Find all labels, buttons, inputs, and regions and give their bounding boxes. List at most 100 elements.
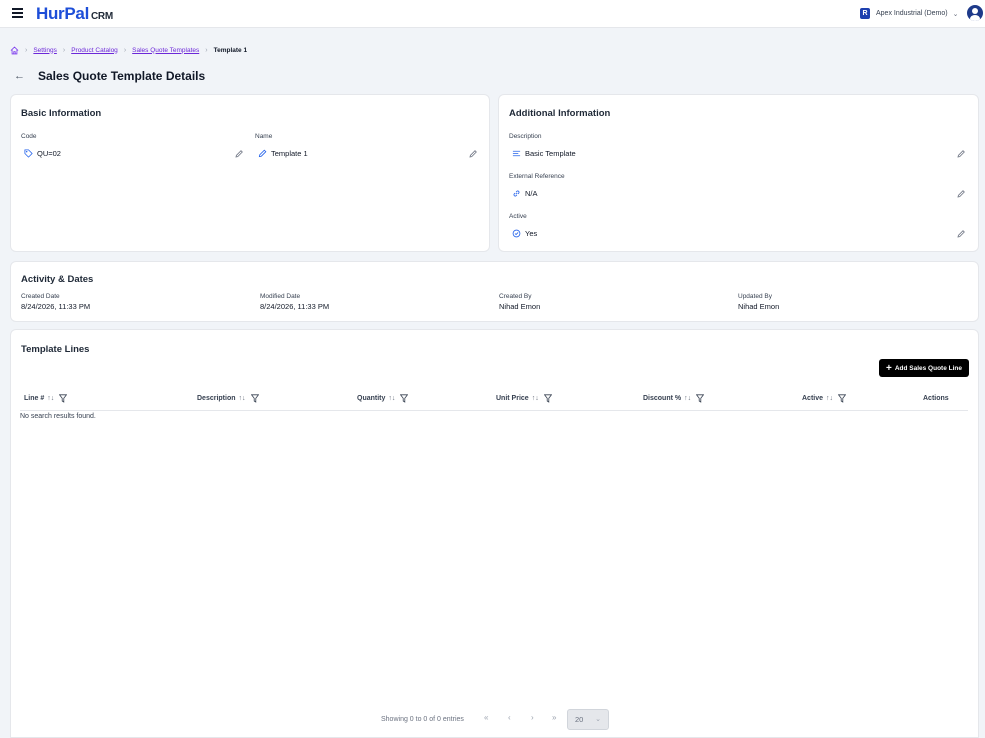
plus-icon: + <box>885 362 892 374</box>
filter-icon[interactable] <box>543 393 552 403</box>
page-size-select[interactable]: 20 ⌄ <box>567 709 609 730</box>
external-reference-text: N/A <box>525 189 538 198</box>
home-icon[interactable] <box>10 46 19 55</box>
external-reference-value: N/A <box>512 189 538 198</box>
column-label: Quantity <box>357 394 386 402</box>
sort-icon[interactable]: ↑↓ <box>47 395 54 402</box>
chevron-down-icon: ⌄ <box>595 716 601 723</box>
code-value: QU=02 <box>24 149 61 158</box>
sort-icon[interactable]: ↑↓ <box>239 395 246 402</box>
column-header-active[interactable]: Active ↑↓ <box>802 392 847 404</box>
card-title: Template Lines <box>21 344 90 355</box>
card-title: Activity & Dates <box>21 274 94 285</box>
column-label: Line # <box>24 394 45 402</box>
edit-external-reference-pencil-icon[interactable] <box>956 189 966 199</box>
top-bar: HurPal CRM R Apex Industrial (Demo) ⌄ <box>0 0 985 28</box>
created-by-value: Nihad Emon <box>499 302 541 311</box>
name-text: Template 1 <box>271 149 308 158</box>
back-arrow-icon[interactable]: ← <box>14 70 25 82</box>
description-label: Description <box>509 133 542 140</box>
name-label: Name <box>255 133 273 140</box>
sort-icon[interactable]: ↑↓ <box>684 395 691 402</box>
updated-by-label: Updated By <box>738 293 772 300</box>
column-label: Description <box>197 394 236 402</box>
previous-page-icon[interactable]: ‹ <box>508 713 511 722</box>
column-label: Discount % <box>643 394 682 402</box>
link-icon <box>513 190 520 197</box>
breadcrumb: › Settings › Product Catalog › Sales Quo… <box>10 45 247 55</box>
pagination-summary: Showing 0 to 0 of 0 entries <box>381 716 464 723</box>
code-text: QU=02 <box>37 149 61 158</box>
edit-description-pencil-icon[interactable] <box>956 149 966 159</box>
description-text: Basic Template <box>525 149 576 158</box>
chevron-down-icon: ⌄ <box>952 10 959 18</box>
empty-table-message: No search results found. <box>20 413 96 420</box>
created-by-label: Created By <box>499 293 532 300</box>
sort-icon[interactable]: ↑↓ <box>826 395 833 402</box>
last-page-icon[interactable]: » <box>552 713 556 722</box>
breadcrumb-separator-icon: › <box>205 46 208 54</box>
sort-icon[interactable]: ↑↓ <box>388 395 395 402</box>
filter-icon[interactable] <box>838 393 847 403</box>
edit-code-pencil-icon[interactable] <box>234 149 244 159</box>
modified-date-label: Modified Date <box>260 293 301 300</box>
org-name: Apex Industrial (Demo) <box>876 10 948 17</box>
filter-icon[interactable] <box>696 393 705 403</box>
organization-switcher[interactable]: R Apex Industrial (Demo) ⌄ <box>860 7 958 20</box>
next-page-icon[interactable]: › <box>531 713 534 722</box>
logo-text: HurPal <box>36 4 89 23</box>
description-value: Basic Template <box>512 149 576 158</box>
column-label: Active <box>802 394 824 402</box>
logo-suffix: CRM <box>91 11 113 22</box>
add-sales-quote-line-button[interactable]: + Add Sales Quote Line <box>879 359 969 377</box>
column-header-line[interactable]: Line # ↑↓ <box>24 392 68 404</box>
external-reference-label: External Reference <box>509 173 565 180</box>
add-button-label: Add Sales Quote Line <box>894 364 963 372</box>
column-header-quantity[interactable]: Quantity ↑↓ <box>357 392 409 404</box>
name-value: Template 1 <box>258 149 308 158</box>
org-badge-icon: R <box>860 8 870 19</box>
first-page-icon[interactable]: « <box>484 713 488 722</box>
column-header-description[interactable]: Description ↑↓ <box>197 392 259 404</box>
active-text: Yes <box>525 229 538 238</box>
active-label: Active <box>509 213 527 220</box>
user-avatar[interactable] <box>967 5 983 21</box>
activity-dates-card: Activity & Dates Created Date 8/24/2026,… <box>10 261 979 322</box>
tag-icon <box>24 149 33 158</box>
breadcrumb-separator-icon: › <box>25 46 28 54</box>
created-date-value: 8/24/2026, 11:33 PM <box>21 302 91 311</box>
breadcrumb-sales-quote-templates[interactable]: Sales Quote Templates <box>132 47 199 54</box>
column-header-discount[interactable]: Discount % ↑↓ <box>643 392 705 404</box>
breadcrumb-current: Template 1 <box>213 46 248 54</box>
created-date-label: Created Date <box>21 293 60 300</box>
page-title: Sales Quote Template Details <box>38 69 206 83</box>
breadcrumb-separator-icon: › <box>62 46 66 54</box>
hamburger-menu-icon[interactable] <box>12 8 23 18</box>
app-logo[interactable]: HurPal CRM <box>36 4 113 24</box>
filter-icon[interactable] <box>400 393 409 403</box>
filter-icon[interactable] <box>250 393 259 403</box>
breadcrumb-separator-icon: › <box>123 46 127 54</box>
breadcrumb-product-catalog[interactable]: Product Catalog <box>71 47 118 54</box>
filter-icon[interactable] <box>59 393 68 403</box>
column-label: Unit Price <box>496 394 529 402</box>
breadcrumb-settings[interactable]: Settings <box>33 47 57 54</box>
code-label: Code <box>21 133 37 140</box>
table-header-divider <box>20 410 968 411</box>
page-size-value: 20 <box>575 715 584 724</box>
edit-active-pencil-icon[interactable] <box>956 229 966 239</box>
column-header-actions: Actions <box>923 392 949 404</box>
additional-information-card: Additional Information Description Basic… <box>498 94 979 252</box>
basic-information-card: Basic Information Code QU=02 Name Templa… <box>10 94 490 252</box>
column-label: Actions <box>923 394 949 402</box>
active-value: Yes <box>512 229 537 238</box>
template-lines-card: Template Lines <box>10 329 979 738</box>
updated-by-value: Nihad Emon <box>738 302 780 311</box>
edit-name-pencil-icon[interactable] <box>468 149 478 159</box>
sort-icon[interactable]: ↑↓ <box>532 395 539 402</box>
modified-date-value: 8/24/2026, 11:33 PM <box>260 302 330 311</box>
card-title: Additional Information <box>509 108 611 119</box>
text-align-icon <box>512 150 521 157</box>
check-circle-icon <box>512 229 521 238</box>
column-header-unit-price[interactable]: Unit Price ↑↓ <box>496 392 552 404</box>
